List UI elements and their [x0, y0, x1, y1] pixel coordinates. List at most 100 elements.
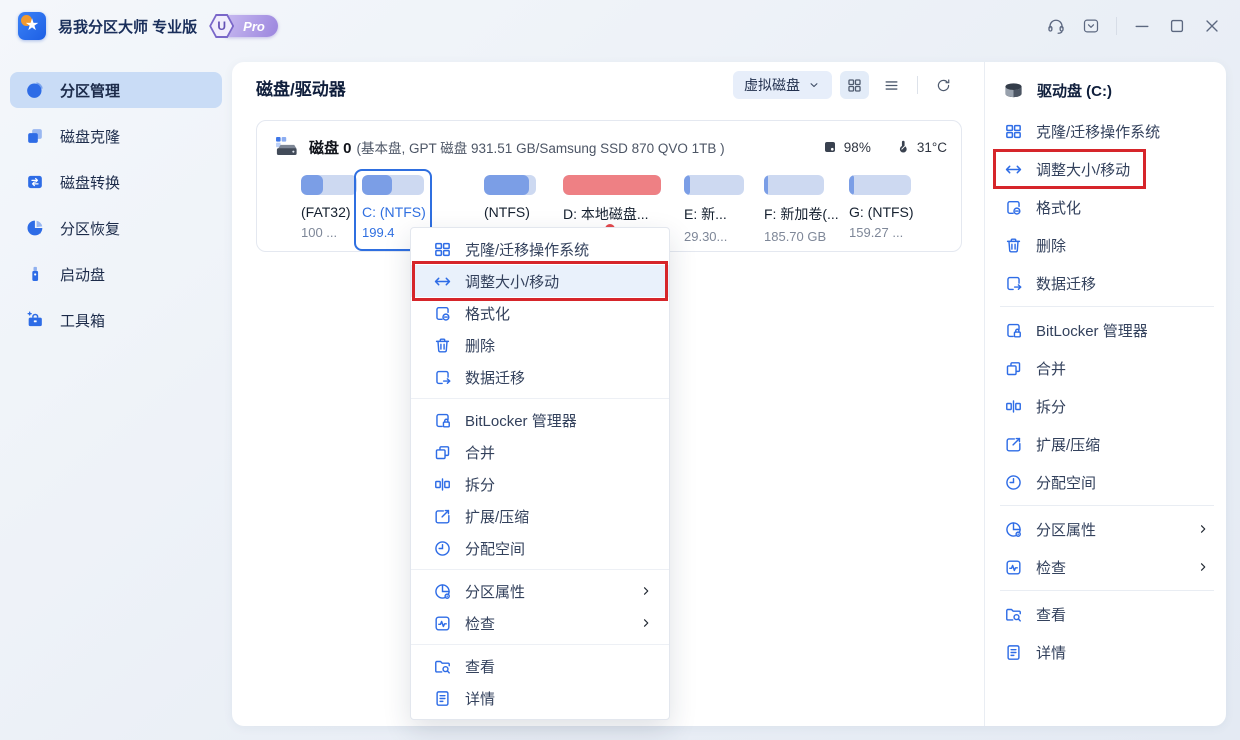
view-icon: [1004, 605, 1023, 624]
partition-label: G: (NTFS): [849, 204, 911, 220]
sidebar-nav: 分区管理磁盘克隆磁盘转换分区恢复启动盘工具箱: [10, 72, 222, 348]
partition-tile-d-local[interactable]: D: 本地磁盘...: [563, 175, 661, 229]
menu-item-label: 扩展/压缩: [465, 506, 529, 527]
menu-item-label: 数据迁移: [465, 367, 525, 388]
app-window: { "title_bar": { "app_title": "易我分区大师 专业…: [0, 0, 1240, 740]
partition-usage-bar: [764, 175, 824, 195]
menu-item-partition-properties[interactable]: 分区属性: [1000, 510, 1214, 548]
right-panel: 驱动盘 (C:) 克隆/迁移操作系统调整大小/移动格式化删除数据迁移 BitLoc…: [984, 62, 1226, 726]
details-icon: [1004, 643, 1023, 662]
partition-properties-icon: [1004, 520, 1023, 539]
resize-move-icon: [433, 272, 452, 291]
list-view-icon: [883, 77, 900, 94]
menu-item-delete[interactable]: 删除: [411, 329, 669, 361]
app-logo: [18, 12, 46, 40]
menu-item-bitlocker[interactable]: BitLocker 管理器: [1000, 311, 1214, 349]
menu-item-format[interactable]: 格式化: [411, 297, 669, 329]
toolbox-icon: [25, 310, 45, 330]
check-icon: [1004, 558, 1023, 577]
partition-label: C: (NTFS): [362, 204, 424, 220]
menu-item-label: 查看: [465, 656, 495, 677]
partition-usage-bar: [849, 175, 911, 195]
sidebar-item-toolbox[interactable]: 工具箱: [10, 302, 222, 338]
partition-label: (NTFS): [484, 204, 536, 220]
menu-item-extend-shrink[interactable]: 扩展/压缩: [1000, 425, 1214, 463]
headset-icon[interactable]: [1046, 16, 1066, 36]
sidebar-item-label: 启动盘: [60, 264, 105, 285]
format-icon: [1004, 198, 1023, 217]
partition-tile-f-new[interactable]: F: 新加卷(...185.70 GB: [764, 175, 824, 244]
partition-size: 185.70 GB: [764, 229, 824, 244]
sidebar-item-boot-disk[interactable]: 启动盘: [10, 256, 222, 292]
menu-item-label: 合并: [1036, 358, 1066, 379]
volume-icon: [1002, 79, 1025, 102]
chevron-down-icon: [807, 78, 821, 92]
maximize-icon[interactable]: [1167, 16, 1187, 36]
page-title: 磁盘/驱动器: [256, 75, 346, 100]
chevron-right-icon: [639, 616, 653, 630]
menu-item-clone-os[interactable]: 克隆/迁移操作系统: [411, 233, 669, 265]
close-icon[interactable]: [1202, 16, 1222, 36]
menu-item-view[interactable]: 查看: [411, 650, 669, 682]
menu-item-merge[interactable]: 合并: [411, 436, 669, 468]
menu-item-data-migration[interactable]: 数据迁移: [1000, 264, 1214, 302]
disk-temperature-value: 31°C: [917, 140, 947, 155]
menu-item-clone-os[interactable]: 克隆/迁移操作系统: [1000, 112, 1214, 150]
list-view-button[interactable]: [877, 71, 906, 99]
menu-item-check[interactable]: 检查: [1000, 548, 1214, 586]
titlebar-divider: [1116, 17, 1117, 35]
refresh-button[interactable]: [929, 71, 958, 99]
partition-usage-bar: [301, 175, 357, 195]
partition-recovery-icon: [25, 218, 45, 238]
menu-item-label: 克隆/迁移操作系统: [1036, 121, 1160, 142]
menu-item-format[interactable]: 格式化: [1000, 188, 1214, 226]
sidebar-item-label: 工具箱: [60, 310, 105, 331]
partition-tile-g-ntfs[interactable]: G: (NTFS)159.27 ...: [849, 175, 911, 240]
toolbar-divider: [917, 76, 918, 94]
menu-item-details[interactable]: 详情: [1000, 633, 1214, 671]
virtual-disk-dropdown[interactable]: 虚拟磁盘: [733, 71, 832, 99]
chevron-right-icon: [639, 584, 653, 598]
menu-item-label: 检查: [465, 613, 495, 634]
menu-item-merge[interactable]: 合并: [1000, 349, 1214, 387]
menu-item-bitlocker[interactable]: BitLocker 管理器: [411, 404, 669, 436]
partition-tile-fat32[interactable]: (FAT32)100 ...: [301, 175, 357, 240]
menu-item-label: 查看: [1036, 604, 1066, 625]
menu-item-resize-move[interactable]: 调整大小/移动: [411, 265, 669, 297]
menu-item-allocate-space[interactable]: 分配空间: [411, 532, 669, 564]
menu-item-split[interactable]: 拆分: [411, 468, 669, 500]
sidebar-item-disk-convert[interactable]: 磁盘转换: [10, 164, 222, 200]
menu-item-resize-move[interactable]: 调整大小/移动: [1000, 150, 1214, 188]
menu-item-label: 删除: [465, 335, 495, 356]
sidebar-item-partition-manage[interactable]: 分区管理: [10, 72, 222, 108]
check-icon: [433, 614, 452, 633]
allocate-space-icon: [1004, 473, 1023, 492]
right-panel-title: 驱动盘 (C:): [1037, 80, 1112, 101]
menu-item-label: BitLocker 管理器: [1036, 320, 1148, 341]
menu-item-allocate-space[interactable]: 分配空间: [1000, 463, 1214, 501]
split-icon: [433, 475, 452, 494]
partition-tile-e-new[interactable]: E: 新...29.30...: [684, 175, 744, 244]
menu-item-check[interactable]: 检查: [411, 607, 669, 639]
partition-tile-ntfs[interactable]: (NTFS): [484, 175, 536, 225]
menu-item-label: 克隆/迁移操作系统: [465, 239, 589, 260]
partition-size: 100 ...: [301, 225, 357, 240]
temperature-icon: [895, 139, 911, 155]
window-menu-icon[interactable]: [1081, 16, 1101, 36]
view-icon: [433, 657, 452, 676]
menu-item-split[interactable]: 拆分: [1000, 387, 1214, 425]
menu-item-delete[interactable]: 删除: [1000, 226, 1214, 264]
sidebar-item-disk-clone[interactable]: 磁盘克隆: [10, 118, 222, 154]
menu-item-partition-properties[interactable]: 分区属性: [411, 575, 669, 607]
menu-item-label: 格式化: [1036, 197, 1081, 218]
grid-view-button[interactable]: [840, 71, 869, 99]
clone-os-icon: [1004, 122, 1023, 141]
sidebar-item-partition-recovery[interactable]: 分区恢复: [10, 210, 222, 246]
window-controls: [1046, 16, 1222, 36]
menu-item-view[interactable]: 查看: [1000, 595, 1214, 633]
menu-item-details[interactable]: 详情: [411, 682, 669, 714]
menu-item-data-migration[interactable]: 数据迁移: [411, 361, 669, 393]
menu-item-extend-shrink[interactable]: 扩展/压缩: [411, 500, 669, 532]
minimize-icon[interactable]: [1132, 16, 1152, 36]
right-panel-actions: 克隆/迁移操作系统调整大小/移动格式化删除数据迁移 BitLocker 管理器合并…: [1000, 108, 1214, 675]
